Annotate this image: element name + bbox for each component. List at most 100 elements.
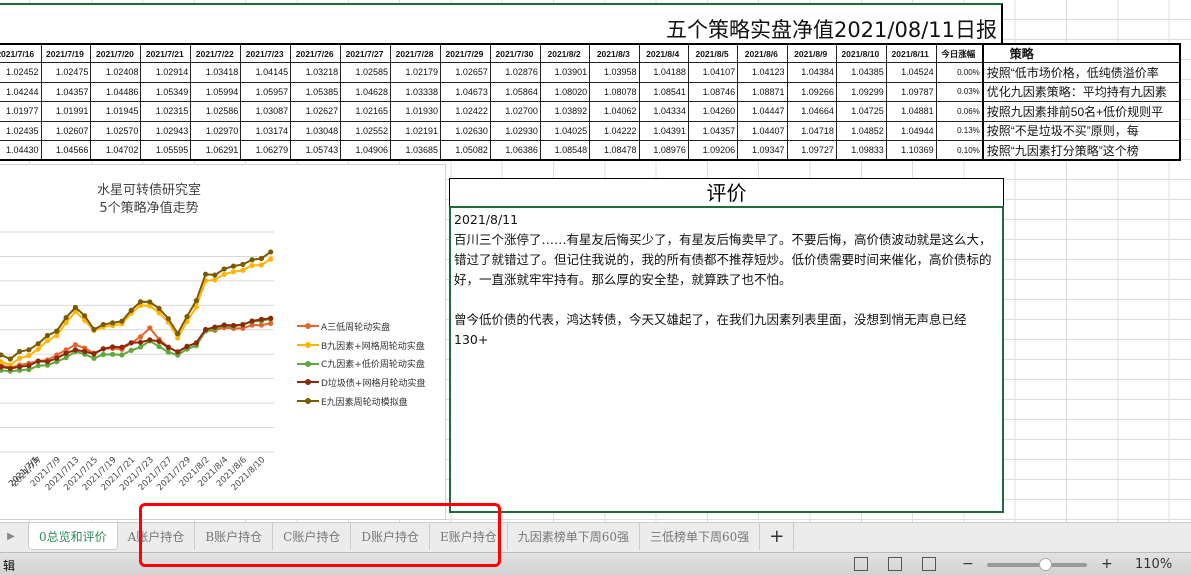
nav-cell[interactable]: 1.02943 — [140, 120, 192, 141]
nav-cell[interactable]: 1.03892 — [539, 101, 591, 122]
nav-cell[interactable]: 1.01930 — [390, 101, 441, 122]
nav-cell[interactable]: 1.02165 — [340, 101, 392, 122]
nav-cell[interactable]: 1.09787 — [885, 81, 937, 102]
sheet-title-cell[interactable]: 五个策略实盘净值2021/08/11日报 — [0, 3, 1003, 44]
pct-header[interactable]: 今日涨幅 — [935, 43, 984, 63]
nav-cell[interactable]: 1.04222 — [589, 120, 640, 141]
zoom-in-button[interactable]: + — [1101, 556, 1113, 572]
nav-cell[interactable]: 1.02607 — [40, 120, 92, 141]
strategy-cell[interactable]: 按照“不是垃圾不买”原则，每 — [981, 120, 1181, 141]
sheet-tab[interactable]: 九因素榜单下周60强 — [508, 523, 640, 550]
date-header[interactable]: 2021/8/10 — [835, 43, 887, 63]
add-sheet-button[interactable]: + — [760, 523, 795, 551]
date-header[interactable]: 2021/7/27 — [340, 43, 392, 63]
strategy-cell[interactable]: 按照九因素排前50名+低价规则平 — [981, 101, 1181, 122]
date-header[interactable]: 2021/7/16 — [0, 43, 42, 63]
page-layout-view-icon[interactable] — [888, 557, 902, 571]
nav-cell[interactable]: 1.02422 — [440, 101, 491, 122]
nav-cell[interactable]: 1.05957 — [240, 81, 292, 102]
date-header[interactable]: 2021/7/20 — [90, 43, 142, 63]
date-header[interactable]: 2021/7/28 — [390, 43, 441, 63]
sheet-tab[interactable]: 三低榜单下周60强 — [640, 523, 761, 550]
nav-cell[interactable]: 1.02876 — [489, 62, 541, 83]
date-header[interactable]: 2021/7/30 — [489, 43, 541, 63]
date-header[interactable]: 2021/7/26 — [290, 43, 342, 63]
nav-cell[interactable]: 1.04944 — [885, 120, 937, 141]
nav-cell[interactable]: 1.03218 — [290, 62, 342, 83]
nav-cell[interactable]: 1.02586 — [190, 101, 242, 122]
nav-cell[interactable]: 1.03048 — [290, 120, 342, 141]
nav-cell[interactable]: 1.03685 — [390, 140, 441, 161]
nav-cell[interactable]: 1.04447 — [737, 101, 788, 122]
nav-cell[interactable]: 1.09347 — [737, 140, 788, 161]
nav-cell[interactable]: 1.02315 — [140, 101, 192, 122]
nav-cell[interactable]: 1.04188 — [638, 62, 689, 83]
nav-cell[interactable]: 1.01991 — [40, 101, 92, 122]
date-header[interactable]: 2021/8/4 — [638, 43, 689, 63]
strategy-cell[interactable]: 按照“低市场价格，低纯债溢价率 — [981, 62, 1181, 83]
zoom-out-button[interactable]: − — [962, 556, 974, 572]
normal-view-icon[interactable] — [854, 557, 868, 571]
nav-cell[interactable]: 1.01977 — [0, 101, 42, 122]
nav-cell[interactable]: 1.03174 — [240, 120, 292, 141]
nav-cell[interactable]: 1.02914 — [140, 62, 192, 83]
nav-cell[interactable]: 1.02700 — [489, 101, 541, 122]
nav-cell[interactable]: 1.05349 — [140, 81, 192, 102]
nav-cell[interactable]: 1.04566 — [40, 140, 92, 161]
strategy-header[interactable]: 策略 — [981, 43, 1181, 63]
nav-cell[interactable]: 1.08871 — [737, 81, 788, 102]
nav-cell[interactable]: 1.04906 — [340, 140, 392, 161]
nav-cell[interactable]: 1.02552 — [340, 120, 392, 141]
worksheet[interactable]: 五个策略实盘净值2021/08/11日报 2021/7/16 2021/7/19 2… — [0, 0, 1191, 522]
sheet-tab[interactable]: 0总览和评价 — [28, 523, 118, 550]
nav-cell[interactable]: 1.08548 — [539, 140, 591, 161]
date-header[interactable]: 2021/7/19 — [40, 43, 92, 63]
nav-cell[interactable]: 1.02475 — [40, 62, 92, 83]
nav-cell[interactable]: 1.04062 — [589, 101, 640, 122]
nav-cell[interactable]: 1.08976 — [638, 140, 689, 161]
nav-cell[interactable]: 1.09833 — [835, 140, 887, 161]
date-header[interactable]: 2021/8/6 — [737, 43, 788, 63]
nav-cell[interactable]: 1.04673 — [440, 81, 491, 102]
nav-cell[interactable]: 1.10369 — [885, 140, 937, 161]
nav-cell[interactable]: 1.04486 — [90, 81, 142, 102]
nav-cell[interactable]: 1.01945 — [90, 101, 142, 122]
nav-cell[interactable]: 1.09266 — [786, 81, 837, 102]
nav-cell[interactable]: 1.04334 — [638, 101, 689, 122]
nav-cell[interactable]: 1.05595 — [140, 140, 192, 161]
nav-cell[interactable]: 1.04391 — [638, 120, 689, 141]
zoom-slider[interactable] — [987, 558, 1087, 571]
nav-cell[interactable]: 1.04524 — [885, 62, 937, 83]
nav-cell[interactable]: 1.04852 — [835, 120, 887, 141]
nav-cell[interactable]: 1.02630 — [440, 120, 491, 141]
nav-cell[interactable]: 1.05994 — [190, 81, 242, 102]
nav-cell[interactable]: 1.05864 — [489, 81, 541, 102]
nav-cell[interactable]: 1.02657 — [440, 62, 491, 83]
sheet-tab[interactable]: E账户持仓 — [430, 523, 508, 550]
nav-cell[interactable]: 1.04664 — [786, 101, 837, 122]
nav-cell[interactable]: 1.02179 — [390, 62, 441, 83]
nav-cell[interactable]: 1.05082 — [440, 140, 491, 161]
nav-cell[interactable]: 1.04123 — [737, 62, 788, 83]
date-header[interactable]: 2021/8/9 — [786, 43, 837, 63]
nav-cell[interactable]: 1.04357 — [687, 120, 739, 141]
pct-cell[interactable]: 0.03% — [935, 81, 984, 102]
nav-cell[interactable]: 1.08746 — [687, 81, 739, 102]
nav-cell[interactable]: 1.05743 — [290, 140, 342, 161]
nav-cell[interactable]: 1.02970 — [190, 120, 242, 141]
nav-cell[interactable]: 1.08078 — [589, 81, 640, 102]
date-header[interactable]: 2021/8/2 — [539, 43, 591, 63]
nav-cell[interactable]: 1.06291 — [190, 140, 242, 161]
nav-cell[interactable]: 1.02191 — [390, 120, 441, 141]
nav-cell[interactable]: 1.02585 — [340, 62, 392, 83]
nav-cell[interactable]: 1.06279 — [240, 140, 292, 161]
pct-cell[interactable]: 0.10% — [935, 140, 984, 161]
nav-cell[interactable]: 1.09206 — [687, 140, 739, 161]
nav-cell[interactable]: 1.04385 — [835, 62, 887, 83]
nav-cell[interactable]: 1.04430 — [0, 140, 42, 161]
nav-cell[interactable]: 1.08541 — [638, 81, 689, 102]
nav-cell[interactable]: 1.04357 — [40, 81, 92, 102]
nav-cell[interactable]: 1.02627 — [290, 101, 342, 122]
sheet-tab[interactable]: C账户持仓 — [273, 523, 352, 550]
date-header[interactable]: 2021/7/22 — [190, 43, 242, 63]
